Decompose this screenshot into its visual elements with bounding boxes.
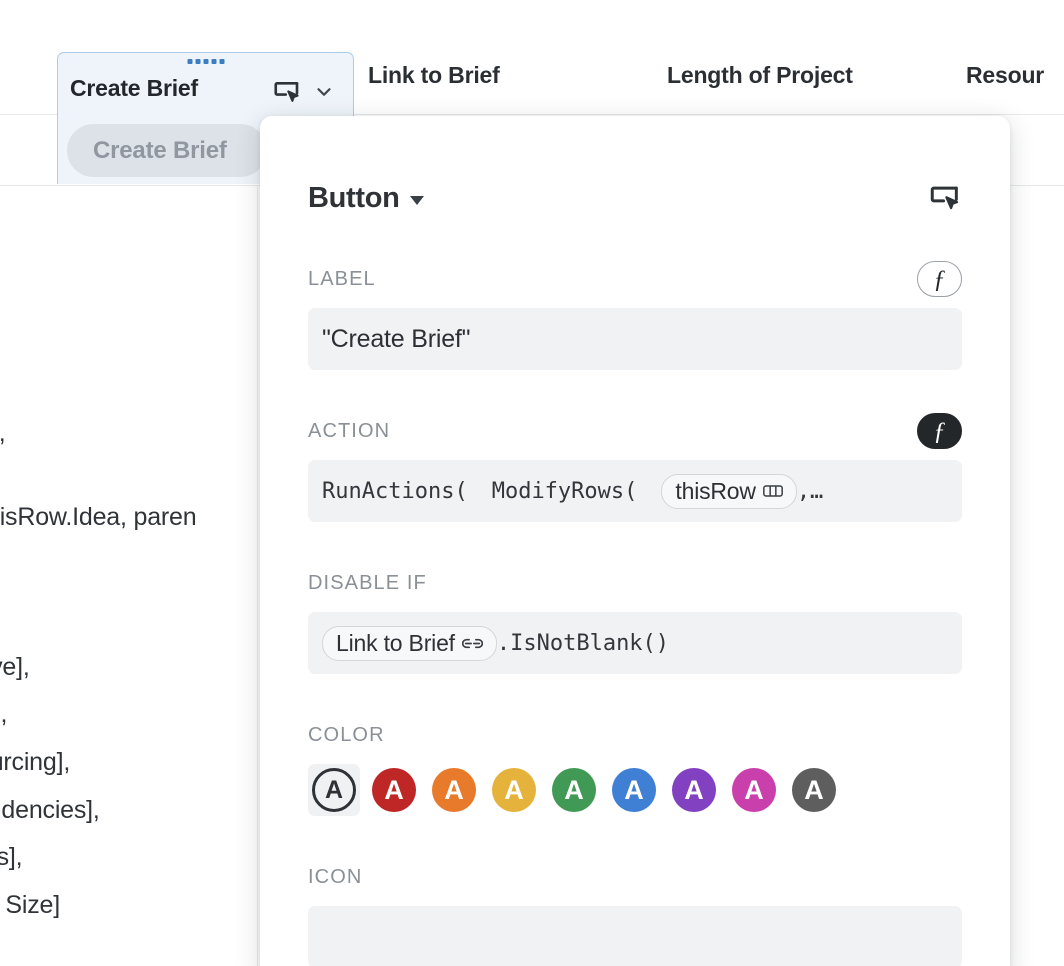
link-icon xyxy=(462,637,483,650)
column-tab-link-to-brief[interactable]: Link to Brief xyxy=(368,62,500,89)
color-swatch-green[interactable]: A xyxy=(548,764,600,816)
panel-header: Button xyxy=(308,178,962,218)
panel-title: Button xyxy=(308,182,400,215)
color-swatch-glyph: A xyxy=(552,768,596,812)
column-tab-label: Create Brief xyxy=(70,75,198,102)
action-formula-input[interactable]: RunActions( ModifyRows( thisRow xyxy=(308,460,962,522)
color-swatch-automatic[interactable]: A xyxy=(308,764,360,816)
field-label: LABEL ƒ "Create Brief" xyxy=(308,262,962,370)
label-input-value: "Create Brief" xyxy=(322,325,470,354)
formula-fragment: e], xyxy=(0,700,7,729)
disable-if-expression: .IsNotBlank() xyxy=(497,631,669,656)
disable-if-formula-value: Link to Brief .IsNotBlank() xyxy=(322,626,669,661)
field-color-header: COLOR xyxy=(308,718,962,752)
field-color-caption: COLOR xyxy=(308,724,385,747)
color-swatch-magenta[interactable]: A xyxy=(728,764,780,816)
drag-dots-handle[interactable] xyxy=(187,59,224,64)
formula-fragment: ], xyxy=(0,419,6,448)
color-swatch-purple[interactable]: A xyxy=(668,764,720,816)
color-swatch-glyph: A xyxy=(612,768,656,812)
color-swatch-glyph: A xyxy=(312,768,356,812)
formula-fragment: tive], xyxy=(0,653,30,682)
color-swatch-glyph: A xyxy=(792,768,836,812)
action-fn-modifyrows: ModifyRows( xyxy=(492,479,638,504)
color-swatch-glyph: A xyxy=(432,768,476,812)
field-disable-if-header: DISABLE IF xyxy=(308,566,962,600)
color-swatch-gray[interactable]: A xyxy=(788,764,840,816)
field-label-caption: LABEL xyxy=(308,268,376,291)
button-cursor-icon xyxy=(928,181,962,215)
column-header-strip: Link to Brief Length of Project Resour C… xyxy=(0,0,1064,115)
button-settings-panel: Button LABEL ƒ "Creat xyxy=(260,116,1010,966)
field-action-header: ACTION ƒ xyxy=(308,414,962,448)
formula-fragment: ms], xyxy=(0,843,22,872)
row-create-brief-button[interactable]: Create Brief xyxy=(67,124,267,177)
column-tab-length-of-project[interactable]: Length of Project xyxy=(667,62,853,89)
disable-if-column-chip-label: Link to Brief xyxy=(336,630,455,657)
color-swatch-row: A A A A A A xyxy=(308,764,962,816)
field-color: COLOR A A A A A xyxy=(308,718,962,816)
caret-down-icon[interactable] xyxy=(410,196,424,205)
column-tab-resources[interactable]: Resour xyxy=(966,62,1044,89)
panel-type-selector[interactable]: Button xyxy=(308,182,424,215)
formula-fragment: endencies], xyxy=(0,796,100,825)
chevron-down-icon[interactable] xyxy=(313,81,335,103)
color-swatch-red[interactable]: A xyxy=(368,764,420,816)
field-icon: ICON xyxy=(308,860,962,966)
color-swatch-glyph: A xyxy=(492,768,536,812)
field-label-header: LABEL ƒ xyxy=(308,262,962,296)
formula-fragment: m Size] xyxy=(0,891,60,920)
table-row-icon xyxy=(763,485,783,497)
formula-fragment: hisRow.Idea, paren xyxy=(0,503,196,532)
disable-if-column-chip[interactable]: Link to Brief xyxy=(322,626,497,661)
label-formula-toggle-button[interactable]: ƒ xyxy=(917,261,962,297)
color-swatch-glyph: A xyxy=(372,768,416,812)
color-swatch-glyph: A xyxy=(672,768,716,812)
field-icon-caption: ICON xyxy=(308,866,362,889)
field-disable-if: DISABLE IF Link to Brief xyxy=(308,566,962,674)
field-disable-if-caption: DISABLE IF xyxy=(308,572,427,595)
grid-vertical-rule xyxy=(257,185,258,966)
label-input[interactable]: "Create Brief" xyxy=(308,308,962,370)
action-formula-tail: ,… xyxy=(797,479,824,504)
field-icon-header: ICON xyxy=(308,860,962,894)
color-swatch-blue[interactable]: A xyxy=(608,764,660,816)
action-thisrow-chip[interactable]: thisRow xyxy=(661,474,796,509)
action-formula-toggle-button[interactable]: ƒ xyxy=(917,413,962,449)
color-swatch-orange[interactable]: A xyxy=(428,764,480,816)
field-action-caption: ACTION xyxy=(308,420,390,443)
color-swatch-yellow[interactable]: A xyxy=(488,764,540,816)
action-thisrow-chip-label: thisRow xyxy=(675,478,755,505)
action-formula-value: RunActions( ModifyRows( thisRow xyxy=(322,474,823,509)
color-swatch-glyph: A xyxy=(732,768,776,812)
field-action: ACTION ƒ RunActions( ModifyRows( thisRow xyxy=(308,414,962,522)
disable-if-formula-input[interactable]: Link to Brief .IsNotBlank() xyxy=(308,612,962,674)
action-fn-runactions: RunActions( xyxy=(322,479,468,504)
formula-fragment: ourcing], xyxy=(0,748,70,777)
app-screen: Link to Brief Length of Project Resour C… xyxy=(0,0,1064,966)
icon-picker-input[interactable] xyxy=(308,906,962,966)
button-cursor-icon xyxy=(272,77,302,107)
